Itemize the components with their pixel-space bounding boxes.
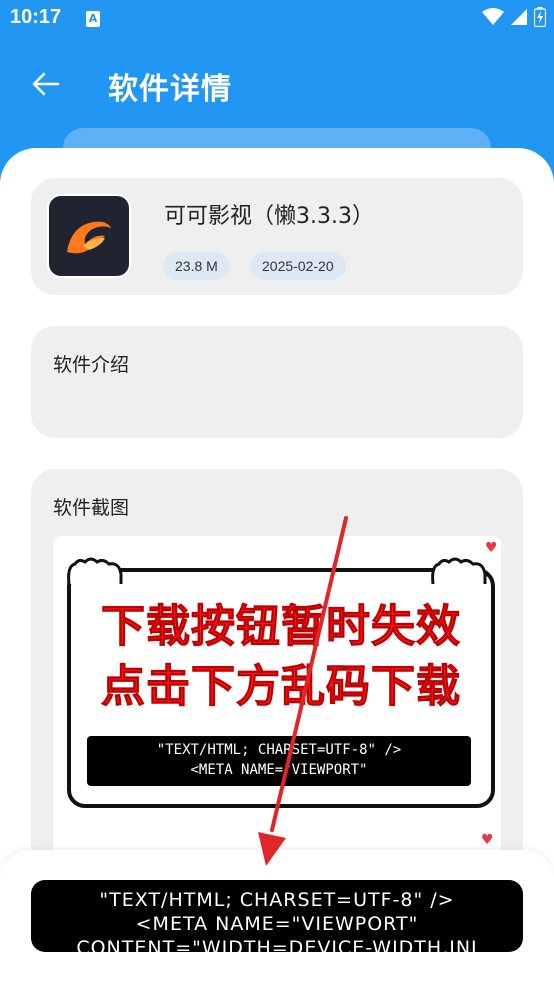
app-name: 可可影视（懒3.3.3） <box>164 204 374 229</box>
page-title: 软件详情 <box>108 72 232 107</box>
app-bar: 软件详情 <box>0 50 554 116</box>
download-button-line-1: "TEXT/HTML; CHARSET=UTF-8" /> <box>99 889 455 911</box>
status-icons <box>482 7 546 27</box>
notice-code-line-2: <META NAME="VIEWPORT" <box>190 762 368 778</box>
notice-code-line-1: "TEXT/HTML; CHARSET=UTF-8" /> <box>156 742 402 758</box>
notice-code-box: "TEXT/HTML; CHARSET=UTF-8" /> <META NAME… <box>87 736 471 786</box>
heart-icon: ♥ <box>481 832 494 848</box>
screenshot-image[interactable]: 下载按钮暂时失效 点击下方乱码下载 "TEXT/HTML; CHARSET=UT… <box>53 536 501 869</box>
heart-icon: ♥ <box>485 540 498 556</box>
status-time: 10:17 <box>10 6 62 28</box>
app-logo-icon <box>67 221 111 254</box>
hand-right-icon <box>431 557 487 585</box>
intro-label: 软件介绍 <box>53 354 130 376</box>
screenshots-card: 软件截图 下载按钮暂时失效 点击下方乱码下载 "TEXT/HTML; CHARS… <box>31 469 523 869</box>
signal-icon <box>511 9 527 25</box>
download-button-line-2: <META NAME="VIEWPORT" <box>135 913 419 935</box>
notice-sign: 下载按钮暂时失效 点击下方乱码下载 "TEXT/HTML; CHARSET=UT… <box>67 568 495 808</box>
app-icon <box>49 196 129 276</box>
app-intro-card: 软件介绍 <box>31 326 523 438</box>
app-info-card: 可可影视（懒3.3.3） 23.8 M 2025-02-20 <box>31 178 523 295</box>
app-size-badge: 23.8 M <box>163 252 230 280</box>
back-button[interactable] <box>24 64 68 104</box>
status-bar: 10:17 A <box>0 0 554 38</box>
screenshots-label: 软件截图 <box>53 497 130 519</box>
notice-line-2: 点击下方乱码下载 <box>101 661 461 713</box>
wifi-icon <box>482 8 504 25</box>
download-button[interactable]: "TEXT/HTML; CHARSET=UTF-8" /> <META NAME… <box>31 880 523 952</box>
download-button-line-3: CONTENT="WIDTH=DEVICE-WIDTH,INI <box>76 937 478 952</box>
arrow-left-icon <box>32 72 60 96</box>
battery-icon <box>534 7 546 27</box>
app-date-badge: 2025-02-20 <box>250 252 346 280</box>
notice-line-1: 下载按钮暂时失效 <box>101 601 461 653</box>
hand-left-icon <box>67 557 123 585</box>
notification-app-icon: A <box>86 11 100 27</box>
